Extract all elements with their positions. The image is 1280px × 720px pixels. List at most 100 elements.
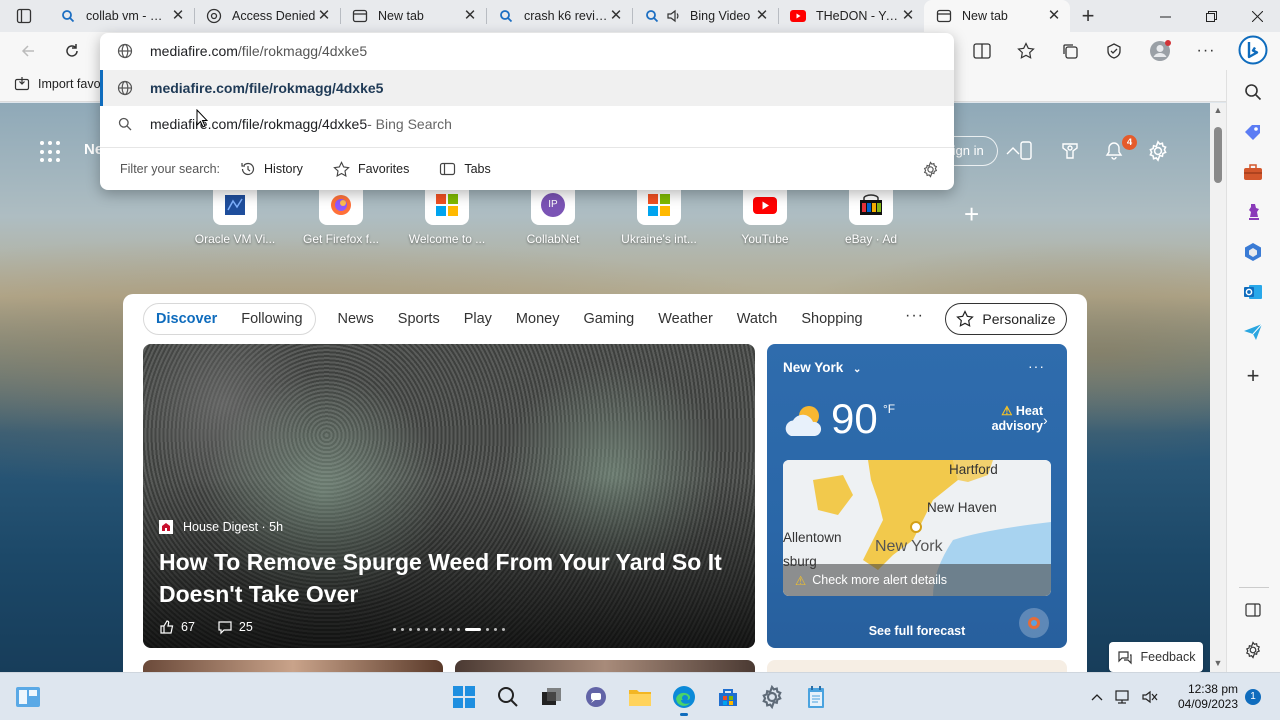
tab[interactable]: Access Denied ✕ bbox=[194, 0, 340, 32]
page-settings-gear-icon[interactable] bbox=[1146, 139, 1170, 163]
collections-button[interactable] bbox=[1054, 35, 1086, 67]
heat-advisory[interactable]: ⚠ Heat advisory bbox=[979, 404, 1043, 434]
weather-map[interactable]: Hartford New Haven Allentown sburg New Y… bbox=[783, 460, 1051, 596]
weather-location[interactable]: New York ⌄ bbox=[783, 360, 861, 375]
new-tab-button[interactable]: + bbox=[1070, 0, 1106, 32]
filter-favorites-button[interactable]: Favorites bbox=[333, 160, 409, 178]
nav-news[interactable]: News bbox=[338, 311, 374, 327]
widgets-icon[interactable] bbox=[12, 681, 44, 713]
news-card-preview[interactable] bbox=[143, 660, 443, 672]
tab-following[interactable]: Following bbox=[241, 311, 302, 327]
sidebar-search-icon[interactable] bbox=[1241, 80, 1265, 104]
suggestion-url[interactable]: mediafire.com/file/rokmagg/4dxke5 bbox=[100, 70, 954, 106]
scroll-up-arrow-icon[interactable]: ▲ bbox=[1212, 105, 1224, 117]
restore-button[interactable] bbox=[1188, 0, 1234, 32]
quick-link-firefox[interactable]: Get Firefox f... bbox=[288, 185, 394, 246]
nav-money[interactable]: Money bbox=[516, 311, 560, 327]
close-tab-icon[interactable]: ✕ bbox=[900, 8, 916, 24]
news-card-preview[interactable] bbox=[767, 660, 1067, 672]
close-tab-icon[interactable]: ✕ bbox=[1046, 8, 1062, 24]
apps-launcher-icon[interactable] bbox=[40, 141, 62, 163]
scrollbar-thumb[interactable] bbox=[1214, 127, 1222, 183]
send-drop-icon[interactable] bbox=[1241, 320, 1265, 344]
tab[interactable]: crash k6 review ✕ bbox=[486, 0, 632, 32]
file-explorer-icon[interactable] bbox=[624, 681, 656, 713]
close-tab-icon[interactable]: ✕ bbox=[754, 8, 770, 24]
nav-watch[interactable]: Watch bbox=[737, 311, 778, 327]
page-scrollbar[interactable]: ▲ ▼ bbox=[1210, 103, 1226, 672]
add-site-button[interactable]: + bbox=[964, 201, 979, 227]
filter-tabs-button[interactable]: Tabs bbox=[439, 161, 491, 177]
scroll-down-arrow-icon[interactable]: ▼ bbox=[1212, 658, 1224, 670]
mobile-device-icon[interactable] bbox=[1014, 139, 1038, 163]
shopping-tag-icon[interactable] bbox=[1241, 120, 1265, 144]
edge-browser-icon[interactable] bbox=[668, 681, 700, 716]
hero-article-card[interactable]: House Digest · 5h How To Remove Spurge W… bbox=[143, 344, 755, 648]
tab[interactable]: New tab ✕ bbox=[340, 0, 486, 32]
comment-icon[interactable] bbox=[217, 619, 233, 635]
close-tab-icon[interactable]: ✕ bbox=[462, 8, 478, 24]
tab-actions-button[interactable] bbox=[0, 0, 48, 32]
close-tab-icon[interactable]: ✕ bbox=[608, 8, 624, 24]
chevron-right-icon[interactable]: › bbox=[1043, 412, 1048, 428]
microsoft-store-icon[interactable] bbox=[712, 681, 744, 713]
like-icon[interactable] bbox=[159, 619, 175, 635]
minimize-button[interactable] bbox=[1142, 0, 1188, 32]
settings-gear-icon[interactable] bbox=[756, 681, 788, 713]
feed-more-button[interactable]: ··· bbox=[905, 307, 924, 325]
taskbar-search-icon[interactable] bbox=[492, 681, 524, 713]
quick-link-collabnet[interactable]: IP CollabNet bbox=[500, 185, 606, 246]
games-chess-icon[interactable] bbox=[1241, 200, 1265, 224]
quick-link-oracle-vm[interactable]: Oracle VM Vi... bbox=[182, 185, 288, 246]
alert-details-button[interactable]: ⚠ Check more alert details bbox=[783, 564, 1051, 596]
nav-weather[interactable]: Weather bbox=[658, 311, 713, 327]
sidebar-settings-gear-icon[interactable] bbox=[1241, 638, 1265, 662]
tab[interactable]: Bing Video ✕ bbox=[632, 0, 778, 32]
add-sidebar-app-icon[interactable]: + bbox=[1241, 363, 1265, 388]
article-title[interactable]: How To Remove Spurge Weed From Your Yard… bbox=[159, 546, 739, 610]
feedback-button[interactable]: Feedback bbox=[1109, 642, 1203, 672]
favorites-button[interactable] bbox=[1010, 35, 1042, 67]
show-hidden-icons-chevron-icon[interactable] bbox=[1086, 681, 1108, 713]
suggestion-search[interactable]: mediafi re.com/file/rokmagg/4dxke5 - Bing… bbox=[100, 106, 954, 142]
refresh-button[interactable] bbox=[56, 35, 88, 67]
system-clock[interactable]: 12:38 pm 04/09/2023 bbox=[1168, 682, 1238, 712]
speaker-icon[interactable] bbox=[666, 8, 682, 24]
quick-link-welcome[interactable]: Welcome to ... bbox=[394, 185, 500, 246]
back-button[interactable] bbox=[12, 35, 44, 67]
tools-briefcase-icon[interactable] bbox=[1241, 160, 1265, 184]
microsoft-365-icon[interactable] bbox=[1241, 240, 1265, 264]
volume-muted-icon[interactable] bbox=[1138, 681, 1162, 713]
quick-link-ebay[interactable]: eBay · Ad bbox=[818, 185, 924, 246]
filter-history-button[interactable]: History bbox=[240, 161, 303, 177]
profile-button[interactable] bbox=[1144, 35, 1176, 67]
nav-play[interactable]: Play bbox=[464, 311, 492, 327]
task-view-icon[interactable] bbox=[536, 681, 568, 713]
notification-center-badge[interactable]: 1 bbox=[1245, 689, 1261, 705]
weather-card[interactable]: New York ⌄ ··· 90 °F ⚠ Heat advisory › H… bbox=[767, 344, 1067, 648]
tab-discover[interactable]: Discover bbox=[156, 311, 217, 327]
quick-link-ukraine[interactable]: Ukraine's int... bbox=[606, 185, 712, 246]
notepad-icon[interactable] bbox=[800, 681, 832, 713]
settings-more-button[interactable]: ··· bbox=[1190, 35, 1222, 67]
import-favorites-button[interactable]: Import favo bbox=[14, 76, 101, 92]
tab[interactable]: THeDON - YouTube ✕ bbox=[778, 0, 924, 32]
split-screen-button[interactable] bbox=[966, 35, 998, 67]
quick-link-youtube[interactable]: YouTube bbox=[712, 185, 818, 246]
weather-assistant-icon[interactable] bbox=[1019, 608, 1049, 638]
weather-more-button[interactable]: ··· bbox=[1028, 358, 1045, 374]
extensions-button[interactable] bbox=[1098, 35, 1130, 67]
nav-shopping[interactable]: Shopping bbox=[801, 311, 862, 327]
close-tab-icon[interactable]: ✕ bbox=[316, 8, 332, 24]
news-card-preview[interactable] bbox=[455, 660, 755, 672]
start-windows-icon[interactable] bbox=[448, 681, 480, 713]
bing-copilot-button[interactable] bbox=[1236, 33, 1270, 67]
hide-sidebar-icon[interactable] bbox=[1241, 598, 1265, 622]
rewards-icon[interactable] bbox=[1058, 139, 1082, 163]
personalize-button[interactable]: Personalize bbox=[945, 303, 1067, 335]
close-window-button[interactable] bbox=[1234, 0, 1280, 32]
nav-gaming[interactable]: Gaming bbox=[583, 311, 634, 327]
tab-active[interactable]: New tab ✕ bbox=[924, 0, 1070, 32]
outlook-icon[interactable] bbox=[1241, 280, 1265, 304]
carousel-indicator[interactable] bbox=[393, 628, 505, 631]
